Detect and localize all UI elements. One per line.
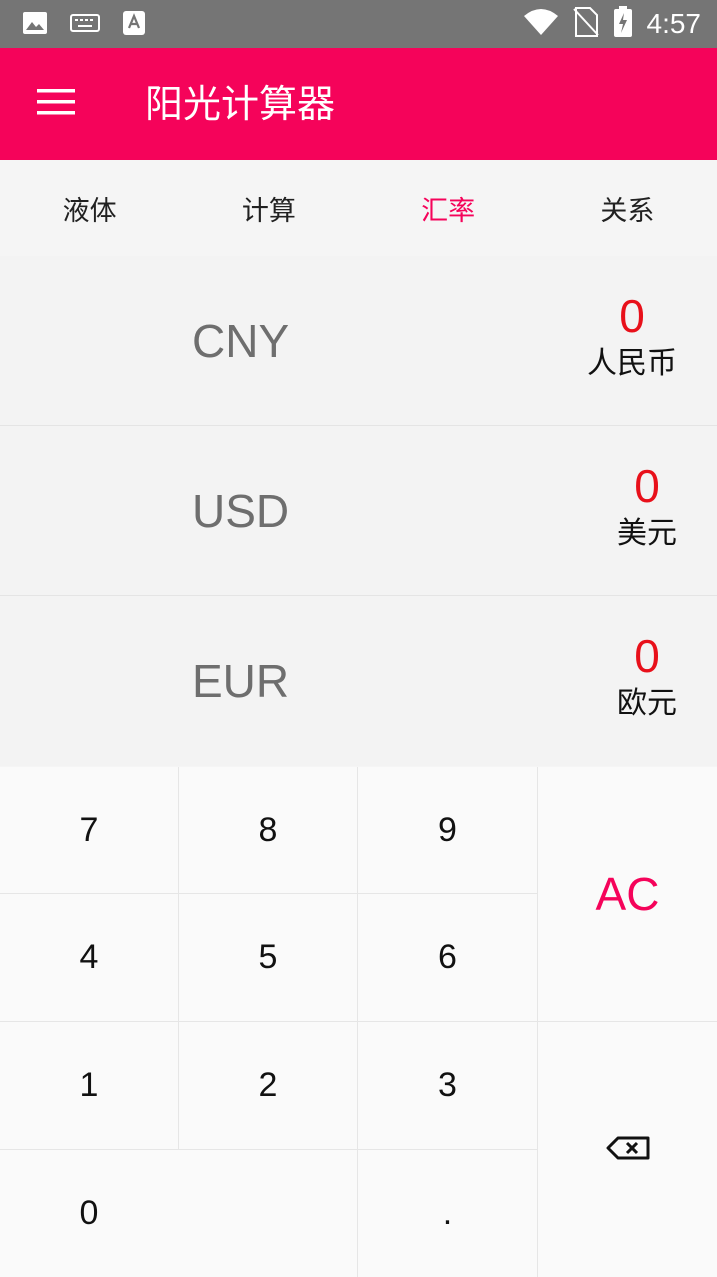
app-title: 阳光计算器 — [145, 82, 336, 126]
currency-code: EUR — [192, 655, 290, 707]
keyboard-icon — [70, 13, 100, 37]
key-6[interactable]: 6 — [358, 894, 538, 1022]
tab-bar: 液体 计算 汇率 关系 — [0, 160, 717, 256]
tab-exchange-rate[interactable]: 汇率 — [359, 160, 538, 256]
menu-icon — [37, 88, 75, 120]
key-all-clear[interactable]: AC — [538, 767, 717, 1022]
key-2[interactable]: 2 — [179, 1022, 358, 1150]
key-4[interactable]: 4 — [0, 894, 179, 1022]
tab-relation[interactable]: 关系 — [538, 160, 717, 256]
status-bar: 4:57 — [0, 0, 717, 48]
key-8[interactable]: 8 — [179, 767, 358, 894]
currency-row-cny[interactable]: CNY 0 人民币 — [0, 256, 717, 426]
currency-name: 人民币 — [587, 346, 677, 381]
currency-row-usd[interactable]: USD 0 美元 — [0, 426, 717, 596]
key-backspace[interactable] — [538, 1022, 717, 1277]
menu-button[interactable] — [28, 78, 84, 130]
key-5[interactable]: 5 — [179, 894, 358, 1022]
status-time: 4:57 — [646, 8, 702, 39]
currency-code: CNY — [192, 315, 290, 367]
no-sim-icon — [572, 7, 599, 41]
currency-value: 0 — [619, 290, 645, 342]
font-icon — [122, 10, 146, 40]
key-3[interactable]: 3 — [358, 1022, 538, 1150]
key-7[interactable]: 7 — [0, 767, 179, 894]
backspace-icon — [606, 1130, 650, 1169]
tab-liquid[interactable]: 液体 — [0, 160, 179, 256]
image-icon — [22, 11, 48, 39]
currency-value: 0 — [634, 630, 660, 682]
tab-calculate[interactable]: 计算 — [179, 160, 358, 256]
currency-code: USD — [192, 485, 290, 537]
key-9[interactable]: 9 — [358, 767, 538, 894]
app-bar: 阳光计算器 — [0, 48, 717, 160]
currency-value: 0 — [634, 460, 660, 512]
currency-name: 美元 — [617, 516, 677, 551]
battery-charging-icon — [613, 6, 633, 42]
calculator-app: 4:57 阳光计算器 液体 计算 汇率 关系 CNY 0 人民币 USD 0 美… — [0, 0, 717, 1277]
key-decimal[interactable]: . — [358, 1150, 538, 1277]
currency-row-eur[interactable]: EUR 0 欧元 — [0, 596, 717, 766]
wifi-icon — [523, 8, 559, 40]
currency-name: 欧元 — [617, 686, 677, 721]
keypad: 7 8 9 4 5 6 1 2 3 0 . AC — [0, 767, 717, 1277]
key-1[interactable]: 1 — [0, 1022, 179, 1150]
key-0[interactable]: 0 — [0, 1150, 358, 1277]
